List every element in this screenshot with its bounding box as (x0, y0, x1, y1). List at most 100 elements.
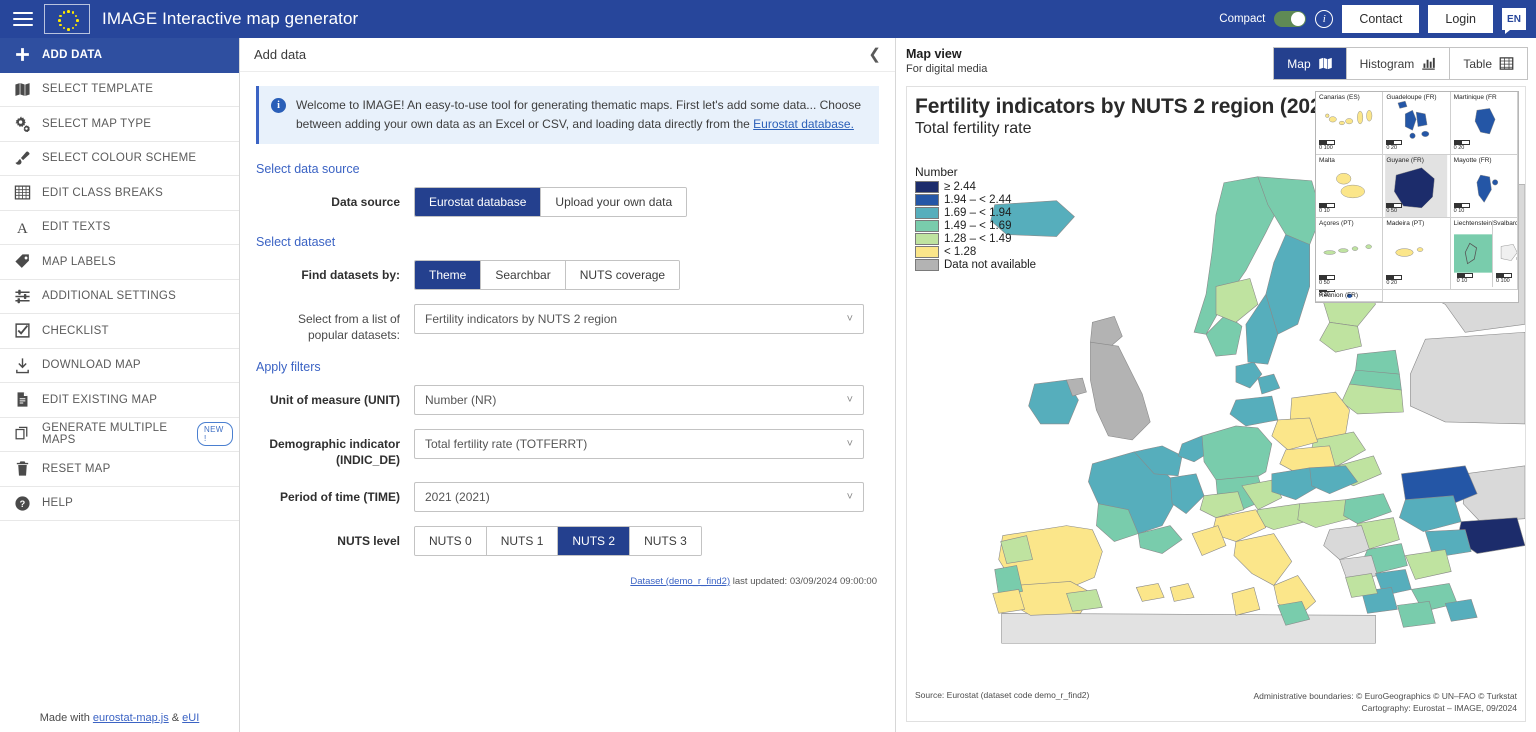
histogram-icon (1421, 56, 1436, 71)
legend-row[interactable]: 1.28 – < 1.49 (915, 233, 1036, 245)
map-view-subtitle: For digital media (906, 63, 988, 75)
app-root: IMAGE Interactive map generator Compact … (0, 0, 1536, 732)
sidebar-item-label: SELECT COLOUR SCHEME (42, 152, 197, 165)
scalebar: 0 20 (1386, 140, 1403, 151)
nuts-level-option-nuts-3[interactable]: NUTS 3 (630, 526, 701, 555)
map-view-title: Map view (906, 47, 962, 61)
inset-label: Mayotte (FR) (1453, 157, 1492, 164)
plus-icon (12, 45, 32, 65)
filter-select[interactable]: 2021 (2021) ˅ (414, 481, 864, 512)
legend-swatch (915, 220, 939, 232)
chevron-left-icon[interactable]: ❮ (868, 47, 881, 62)
tab-map[interactable]: Map (1274, 48, 1347, 79)
view-tabs: Map Histogram Table (1273, 47, 1528, 80)
welcome-alert: i Welcome to IMAGE! An easy-to-use tool … (256, 86, 879, 145)
nuts-level-option-nuts-2[interactable]: NUTS 2 (558, 526, 631, 555)
scalebar: 0 100 (1495, 273, 1512, 284)
sidebar-item-help[interactable]: ? HELP (0, 487, 239, 521)
tab-table[interactable]: Table (1450, 48, 1527, 79)
popular-datasets-select[interactable]: Fertility indicators by NUTS 2 region ˅ (414, 304, 864, 335)
legend-swatch (915, 233, 939, 245)
sidebar-item-select-template[interactable]: SELECT TEMPLATE (0, 73, 239, 107)
contact-button[interactable]: Contact (1342, 5, 1420, 33)
sidebar-item-label: RESET MAP (42, 462, 111, 475)
footer-prefix: Made with (39, 712, 93, 724)
sliders-icon (12, 286, 32, 306)
legend-swatch (915, 181, 939, 193)
sidebar-item-additional-settings[interactable]: ADDITIONAL SETTINGS (0, 280, 239, 314)
find-datasets-option-theme[interactable]: Theme (415, 261, 482, 290)
add-data-panel: Add data ❮ i Welcome to IMAGE! An easy-t… (240, 38, 896, 732)
legend-title: Number (915, 165, 958, 179)
nuts-level-label: NUTS level (337, 533, 400, 548)
sidebar-item-edit-class-breaks[interactable]: EDIT CLASS BREAKS (0, 176, 239, 211)
map-icon (12, 79, 32, 99)
nuts-level-option-nuts-1[interactable]: NUTS 1 (486, 526, 559, 555)
data-source-option-eurostat-database[interactable]: Eurostat database (415, 188, 542, 217)
find-datasets-option-searchbar[interactable]: Searchbar (481, 261, 566, 290)
legend-row[interactable]: < 1.28 (915, 246, 1036, 258)
table-icon (1499, 56, 1514, 71)
sidebar-item-select-map-type[interactable]: SELECT MAP TYPE (0, 107, 239, 142)
legend-row[interactable]: 1.69 – < 1.94 (915, 207, 1036, 219)
popular-datasets-value: Fertility indicators by NUTS 2 region (425, 312, 618, 327)
legend-label: < 1.28 (944, 246, 977, 258)
legend-label: 1.49 – < 1.69 (944, 220, 1012, 232)
sidebar-item-download-map[interactable]: DOWNLOAD MAP (0, 349, 239, 383)
inset-madeira: Madeira (PT) 0 20 (1383, 218, 1451, 290)
eurostat-database-link[interactable]: Eurostat database. (753, 117, 854, 131)
compact-toggle[interactable] (1274, 11, 1307, 27)
inset-label: Martinique (FR (1453, 94, 1497, 101)
legend-label: Data not available (944, 259, 1037, 271)
app-header: IMAGE Interactive map generator Compact … (0, 0, 1536, 38)
eurostat-map-link[interactable]: eurostat-map.js (93, 712, 169, 724)
filter-row: Unit of measure (UNIT) Number (NR) ˅ (256, 384, 879, 415)
sidebar-item-generate-multiple-maps[interactable]: GENERATE MULTIPLE MAPS NEW ! (0, 418, 239, 452)
sidebar-item-select-colour-scheme[interactable]: SELECT COLOUR SCHEME (0, 142, 239, 176)
sidebar-item-checklist[interactable]: CHECKLIST (0, 314, 239, 349)
sidebar-item-edit-texts[interactable]: A EDIT TEXTS (0, 211, 239, 245)
login-button[interactable]: Login (1428, 5, 1493, 33)
map-footer: Source: Eurostat (dataset code demo_r_fi… (907, 690, 1525, 716)
document-icon (12, 390, 32, 410)
eui-link[interactable]: eUI (182, 712, 199, 724)
section-title-data-source: Select data source (256, 162, 360, 177)
legend-row[interactable]: 1.49 – < 1.69 (915, 220, 1036, 232)
dataset-updated-text: last updated: 03/09/2024 09:00:00 (730, 575, 877, 587)
scalebar: 0 20 (1453, 140, 1470, 151)
chevron-down-icon: ˅ (846, 437, 853, 450)
legend-label: 1.28 – < 1.49 (944, 233, 1012, 245)
inset-guyane: Guyane (FR) 0 50 (1383, 155, 1451, 218)
filter-value: 2021 (2021) (425, 489, 490, 504)
tab-label: Map (1287, 56, 1311, 71)
hamburger-icon[interactable] (10, 6, 36, 32)
legend-row[interactable]: ≥ 2.44 (915, 181, 1036, 193)
filter-select[interactable]: Total fertility rate (TOTFERRT) ˅ (414, 428, 864, 459)
language-badge[interactable]: EN (1502, 8, 1526, 34)
map-legend: Number ≥ 2.44 1.94 – < 2.44 1.69 – < 1.94 1… (915, 165, 1036, 272)
scalebar: 0 50 (1386, 203, 1403, 214)
sidebar-item-add-data[interactable]: ADD DATA (0, 38, 239, 73)
eu-flag-logo (44, 4, 90, 34)
nuts-level-option-nuts-0[interactable]: NUTS 0 (415, 526, 487, 555)
sidebar-item-map-labels[interactable]: MAP LABELS (0, 245, 239, 280)
map-source: Source: Eurostat (dataset code demo_r_fi… (915, 689, 1090, 700)
sidebar-item-label: GENERATE MULTIPLE MAPS (42, 422, 168, 447)
sidebar-item-edit-existing-map[interactable]: EDIT EXISTING MAP (0, 383, 239, 418)
find-datasets-option-nuts-coverage[interactable]: NUTS coverage (565, 261, 680, 290)
scalebar: 0 20 (1319, 290, 1335, 298)
tab-histogram[interactable]: Histogram (1346, 48, 1451, 79)
dataset-link[interactable]: Dataset (demo_r_find2) (630, 576, 730, 587)
map-view-header: Map view For digital media Map Histogram T… (896, 38, 1536, 86)
legend-row[interactable]: 1.94 – < 2.44 (915, 194, 1036, 206)
inset-label: Svalbard (N (1492, 220, 1518, 227)
download-icon (12, 355, 32, 375)
sidebar-item-reset-map[interactable]: RESET MAP (0, 452, 239, 487)
info-icon[interactable]: i (1315, 10, 1334, 28)
data-source-row: Data source Eurostat database Upload your… (256, 187, 879, 218)
data-source-option-upload-your-own-data[interactable]: Upload your own data (541, 188, 687, 217)
filter-select[interactable]: Number (NR) ˅ (414, 384, 864, 415)
legend-row[interactable]: Data not available (915, 259, 1036, 271)
popular-datasets-label: Select from a list of popular datasets: (297, 312, 400, 343)
chevron-down-icon: ˅ (846, 393, 853, 406)
